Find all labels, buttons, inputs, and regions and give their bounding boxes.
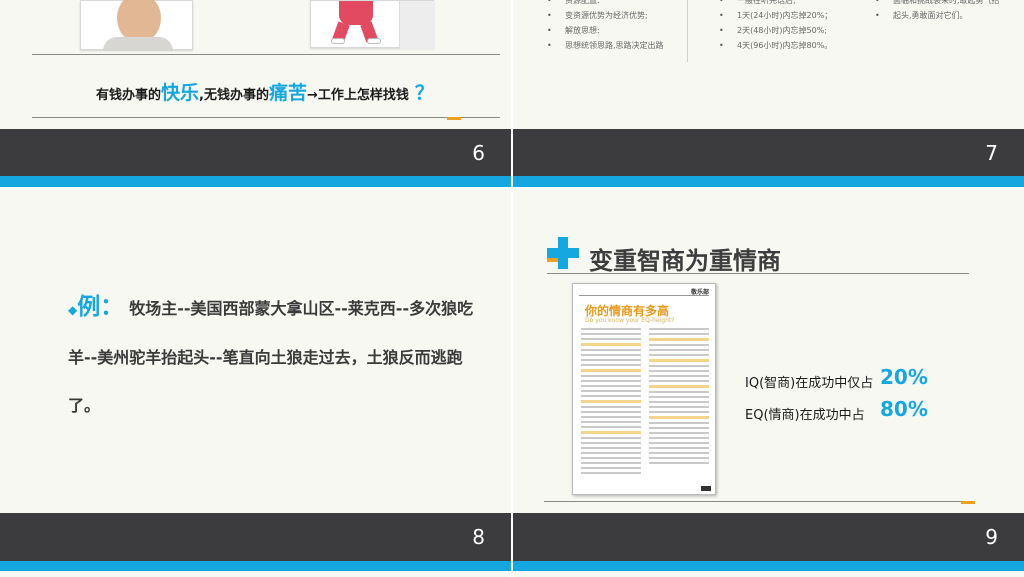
slide-thumbnail-8[interactable]: ◆例： 牧场主--美国西部蒙大拿山区--莱克西--多次狼吃羊--美州驼羊抬起头--… [0,189,511,577]
example-text: 牧场主--美国西部蒙大拿山区--莱克西--多次狼吃羊--美州驼羊抬起头--笔直向… [68,299,474,415]
list-item: 面临和挑战袭来时,敢起勇气抬 [875,0,1000,8]
divider-line [32,54,500,55]
iq-label: IQ(智商)在成功中仅占 [745,376,874,391]
list-item: 1天(24小时)内忘掉20%； [719,8,832,23]
bullet-list-resources: 资源配置: 变资源优势为经济优势; 解放思想: 思想统领思路,思路决定出路 [547,0,664,53]
blue-accent-strip [513,176,1024,187]
magazine-text-column [581,328,641,477]
question-mark: ？ [414,82,434,104]
slide-number: 6 [472,141,485,165]
bullet-list-forgetting: 一般在听完话后, 1天(24小时)内忘掉20%； 2天(48小时)内忘掉50%;… [719,0,832,53]
magazine-text-column [649,328,709,467]
eq-percent: 80% [880,397,928,421]
child-shoe-shape [367,38,381,44]
orange-accent-tick [447,117,461,120]
slide-footer-bar: 8 [0,513,511,561]
slide-sorter-grid: 有钱办事的快乐,无钱办事的痛苦→工作上怎样找钱 ？ 6 资源配置: 变资源优势为经… [0,0,1024,577]
eq-stat: EQ(情商)在成功中占 80% [745,397,928,423]
shirt-shape [103,37,173,51]
magazine-subtitle: Do you know your EQ-height? [585,317,675,324]
heading-highlight-happy: 快乐 [161,82,200,104]
list-item: 4天(96小时)内忘掉80%。 [719,38,832,53]
child-body-shape [339,1,373,25]
slide-footer-bar: 7 [513,129,1024,176]
divider-line [32,117,500,118]
child-shoe-shape [331,38,345,44]
magazine-footer-mark [701,486,711,491]
magazine-header: 敬乐部 [579,288,709,296]
slide-footer-bar: 6 [0,129,511,176]
heading-highlight-pain: 痛苦 [268,82,307,104]
list-item: 2天(48小时)内忘掉50%; [719,23,832,38]
magazine-brand: 敬乐部 [690,289,709,296]
example-paragraph: ◆例： 牧场主--美国西部蒙大拿山区--莱克西--多次狼吃羊--美州驼羊抬起头--… [68,283,488,430]
orange-accent-tick [961,501,975,504]
slide-thumbnail-9[interactable]: 变重智商为重情商 敬乐部 你的情商有多高 Do you know your EQ… [513,189,1024,577]
man-portrait-photo [80,0,193,51]
heading-text: →工作上怎样找钱 [307,88,409,103]
divider-line [547,273,969,274]
iq-percent: 20% [880,365,928,389]
plus-icon [547,237,579,269]
list-item-continuation: 起头,勇敢面对它们。 [893,11,968,20]
slide6-heading: 有钱办事的快乐,无钱办事的痛苦→工作上怎样找钱 ？ [96,78,434,105]
list-item: 一般在听完话后, [719,0,832,8]
divider-line [544,501,972,502]
list-item: 解放思想: [547,23,664,38]
list-item: 资源配置: [547,0,664,8]
slide-thumbnail-7[interactable]: 资源配置: 变资源优势为经济优势; 解放思想: 思想统领思路,思路决定出路 一般… [513,0,1024,187]
slide-thumbnail-6[interactable]: 有钱办事的快乐,无钱办事的痛苦→工作上怎样找钱 ？ 6 [0,0,511,187]
diamond-bullet-icon: ◆ [68,303,78,317]
slide9-title: 变重智商为重情商 [589,247,781,275]
blue-accent-strip [513,561,1024,571]
slide-number: 9 [985,525,998,549]
slide-number: 7 [985,141,998,165]
column-divider [687,0,688,62]
list-item: 起头,勇敢面对它们。 [875,8,1000,23]
eq-label: EQ(情商)在成功中占 [745,408,865,423]
slide-number: 8 [472,525,485,549]
list-item: 思想统领思路,思路决定出路 [547,38,664,53]
magazine-page-image: 敬乐部 你的情商有多高 Do you know your EQ-height? [572,283,716,495]
iq-stat: IQ(智商)在成功中仅占 20% [745,365,928,391]
blue-accent-strip [0,561,511,571]
slide-footer-bar: 9 [513,513,1024,561]
photo-side-panel [399,1,435,49]
list-item: 变资源优势为经济优势; [547,8,664,23]
bullet-list-courage: 面临和挑战袭来时,敢起勇气抬 起头,勇敢面对它们。 [875,0,1000,23]
jumping-child-photo [310,0,435,49]
heading-text: ,无钱办事的 [199,88,269,103]
heading-text: 有钱办事的 [96,88,162,103]
example-label: 例： [77,294,124,320]
blue-accent-strip [0,176,511,187]
